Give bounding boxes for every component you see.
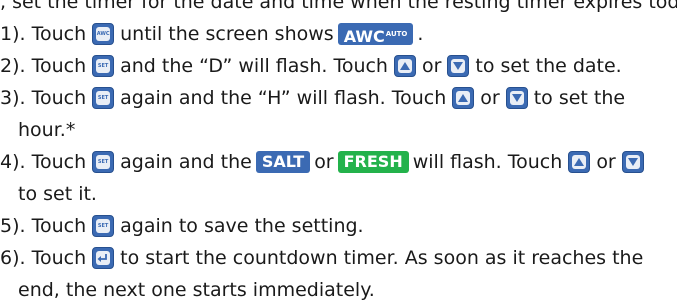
step-6-continued: end, the next one starts immediately. — [0, 274, 677, 306]
step-6-cont: end, the next one starts immediately. — [18, 279, 375, 301]
step-3: 3). Touch SET again and the “H” will fla… — [0, 82, 677, 114]
step-5: 5). Touch SET again to save the setting. — [0, 210, 677, 242]
step-1-end: . — [417, 23, 424, 45]
step-5-lead: 5). Touch — [0, 215, 87, 237]
step-1-lead: 1). Touch — [0, 23, 87, 45]
awc-key-text: AWC — [96, 31, 110, 37]
step-6-end: to start the countdown timer. As soon as… — [120, 247, 644, 269]
step-3-continued: hour.* — [0, 114, 677, 146]
down-arrow-key-icon — [447, 55, 470, 77]
salt-badge: SALT — [255, 151, 311, 173]
awc-auto-badge: AWCAUTO — [337, 23, 414, 46]
enter-return-key-icon — [92, 247, 115, 269]
set-key-text: SET — [97, 95, 109, 101]
step-2-or: or — [421, 55, 442, 77]
step-4: 4). Touch SET again and the SALT or FRES… — [0, 146, 677, 178]
awc-badge-text: AWC — [343, 27, 385, 46]
step-4-lead: 4). Touch — [0, 151, 87, 173]
step-1-mid: until the screen shows — [120, 23, 334, 45]
step-4-mid2: will flash. Touch — [412, 151, 563, 173]
step-4-or1: or — [314, 151, 334, 173]
up-arrow-key-icon — [568, 151, 591, 173]
step-2-end: to set the date. — [475, 55, 622, 77]
step-6-lead: 6). Touch — [0, 247, 87, 269]
set-key-text: SET — [97, 223, 109, 229]
step-4-or2: or — [596, 151, 616, 173]
step-3-lead: 3). Touch — [0, 87, 87, 109]
step-3-end: to set the — [533, 87, 626, 109]
awc-badge-sup: AUTO — [385, 30, 408, 38]
step-3-cont: hour.* — [18, 119, 76, 141]
set-key-text: SET — [97, 63, 109, 69]
awc-key-icon: AWC — [92, 23, 115, 45]
step-3-mid: again and the “H” will flash. Touch — [120, 87, 447, 109]
down-arrow-key-icon — [505, 87, 528, 109]
line-cut-top: , set the timer for the date and time wh… — [0, 0, 677, 18]
down-arrow-key-icon — [621, 151, 644, 173]
step-6: 6). Touch to start the countdown timer. … — [0, 242, 677, 274]
up-arrow-key-icon — [393, 55, 416, 77]
line-cut-text: , set the timer for the date and time wh… — [0, 0, 677, 13]
set-key-icon: SET — [92, 151, 115, 173]
step-3-or: or — [480, 87, 500, 109]
step-1: 1). Touch AWC until the screen shows AWC… — [0, 18, 677, 50]
step-4-cont: to set it. — [18, 183, 97, 205]
up-arrow-key-icon — [452, 87, 475, 109]
step-2: 2). Touch SET and the “D” will flash. To… — [0, 50, 677, 82]
set-key-icon: SET — [92, 55, 115, 77]
step-2-lead: 2). Touch — [0, 55, 87, 77]
step-4-mid: again and the — [120, 151, 252, 173]
step-2-mid: and the “D” will flash. Touch — [120, 55, 388, 77]
instruction-steps: , set the timer for the date and time wh… — [0, 0, 677, 306]
set-key-icon: SET — [92, 87, 115, 109]
step-5-end: again to save the setting. — [120, 215, 364, 237]
fresh-badge: FRESH — [337, 151, 409, 173]
step-4-continued: to set it. — [0, 178, 677, 210]
set-key-text: SET — [97, 159, 109, 165]
set-key-icon: SET — [92, 215, 115, 237]
